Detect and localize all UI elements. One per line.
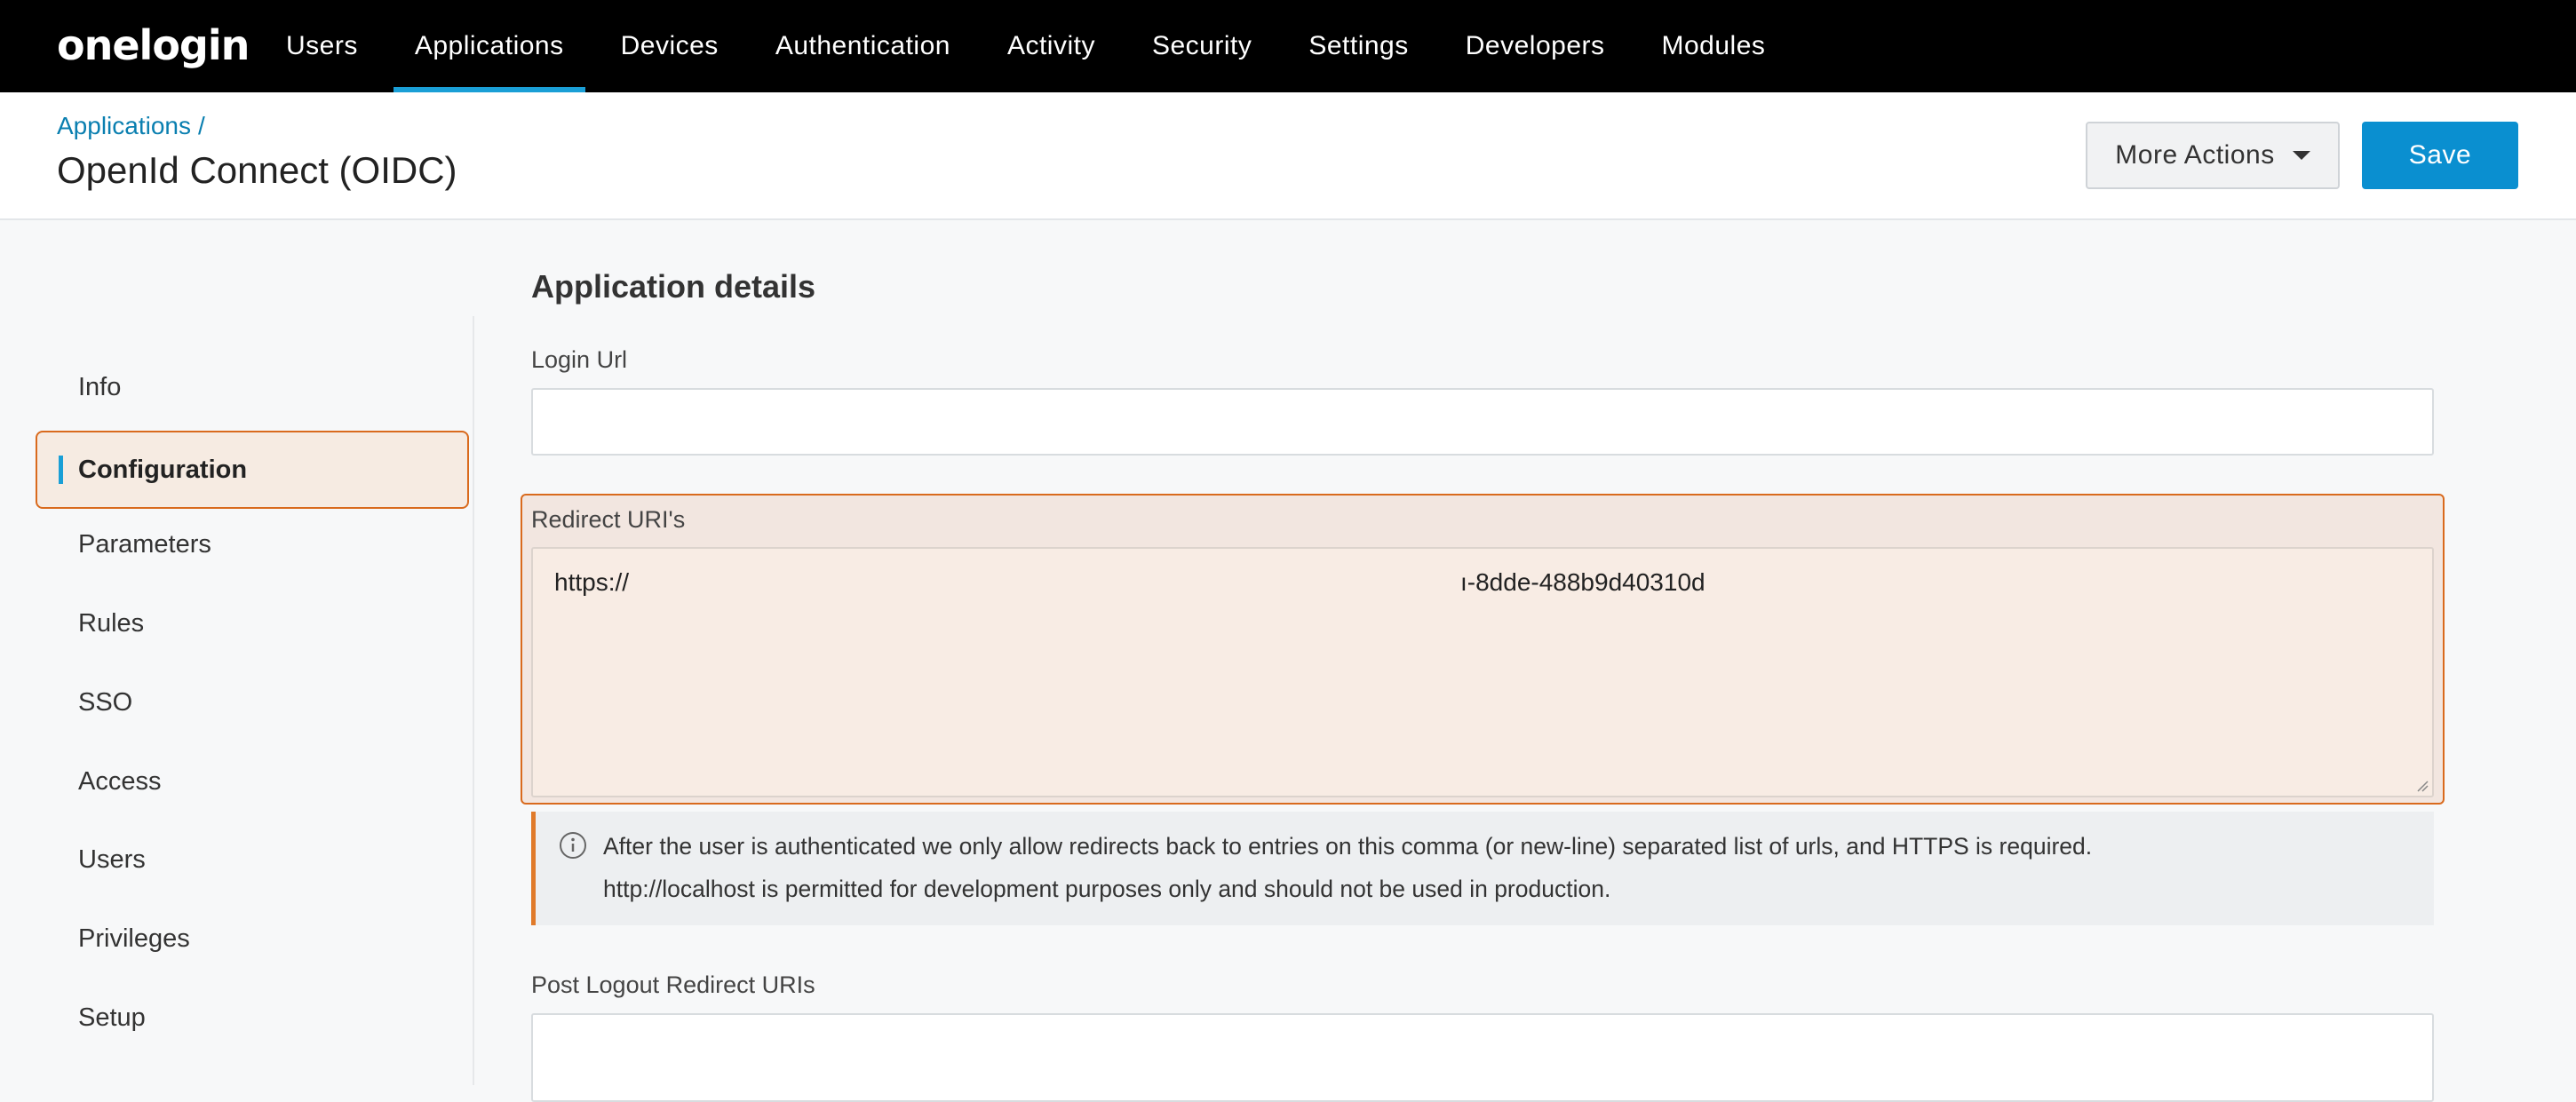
nav-item-settings[interactable]: Settings bbox=[1280, 0, 1436, 92]
more-actions-label: More Actions bbox=[2115, 140, 2275, 170]
breadcrumb: Applications / bbox=[57, 112, 205, 140]
redirect-uri-value-start: https:// bbox=[554, 568, 630, 596]
sidebar-item-configuration[interactable]: Configuration bbox=[36, 431, 469, 509]
nav-item-authentication[interactable]: Authentication bbox=[747, 0, 979, 92]
sidebar-divider bbox=[473, 316, 474, 1085]
redirect-uris-textarea[interactable]: https:// ı-8dde-488b9d40310d bbox=[531, 547, 2434, 797]
top-navigation-bar: onelogin Users Applications Devices Auth… bbox=[0, 0, 2576, 92]
nav-item-devices[interactable]: Devices bbox=[592, 0, 747, 92]
redirect-uri-value-end: ı-8dde-488b9d40310d bbox=[1460, 568, 1705, 596]
info-icon bbox=[560, 832, 586, 859]
breadcrumb-link-applications[interactable]: Applications bbox=[57, 112, 191, 139]
sidebar-item-access[interactable]: Access bbox=[78, 767, 161, 797]
sidebar-item-sso[interactable]: SSO bbox=[78, 688, 132, 717]
nav-item-applications[interactable]: Applications bbox=[386, 0, 592, 92]
page-header: Applications / OpenId Connect (OIDC) More… bbox=[0, 92, 2576, 220]
page-title: OpenId Connect (OIDC) bbox=[57, 149, 457, 191]
login-url-label: Login Url bbox=[531, 346, 628, 373]
sidebar-item-info[interactable]: Info bbox=[78, 373, 121, 402]
hint-text-line-1: After the user is authenticated we only … bbox=[603, 833, 2093, 860]
redirect-uris-field: Redirect URI's https:// ı-8dde-488b9d403… bbox=[521, 494, 2445, 805]
breadcrumb-separator: / bbox=[197, 112, 205, 139]
sidebar-item-label: Configuration bbox=[78, 456, 248, 484]
main-nav: Users Applications Devices Authenticatio… bbox=[258, 0, 1793, 92]
hint-text-line-2: http://localhost is permitted for develo… bbox=[603, 876, 1611, 902]
sidebar-item-users[interactable]: Users bbox=[78, 845, 146, 875]
caret-down-icon bbox=[2292, 151, 2310, 160]
active-indicator bbox=[59, 456, 63, 484]
sidebar-item-parameters[interactable]: Parameters bbox=[78, 530, 211, 559]
post-logout-label: Post Logout Redirect URIs bbox=[531, 971, 815, 998]
nav-item-activity[interactable]: Activity bbox=[979, 0, 1124, 92]
nav-item-developers[interactable]: Developers bbox=[1437, 0, 1634, 92]
nav-item-security[interactable]: Security bbox=[1124, 0, 1280, 92]
sidebar-item-rules[interactable]: Rules bbox=[78, 609, 144, 638]
post-logout-redirect-input[interactable] bbox=[531, 1013, 2434, 1102]
save-button[interactable]: Save bbox=[2362, 122, 2518, 189]
more-actions-button[interactable]: More Actions bbox=[2086, 122, 2340, 189]
redirect-uris-hint: After the user is authenticated we only … bbox=[531, 812, 2434, 925]
login-url-input[interactable] bbox=[531, 388, 2434, 456]
sidebar-item-privileges[interactable]: Privileges bbox=[78, 924, 190, 954]
nav-item-users[interactable]: Users bbox=[258, 0, 386, 92]
sidebar-item-setup[interactable]: Setup bbox=[78, 1003, 146, 1033]
resize-handle-icon[interactable] bbox=[2416, 780, 2429, 792]
section-title: Application details bbox=[531, 268, 816, 305]
redirect-uris-label: Redirect URI's bbox=[531, 506, 686, 533]
nav-item-modules[interactable]: Modules bbox=[1634, 0, 1794, 92]
onelogin-logo[interactable]: onelogin bbox=[57, 21, 250, 69]
